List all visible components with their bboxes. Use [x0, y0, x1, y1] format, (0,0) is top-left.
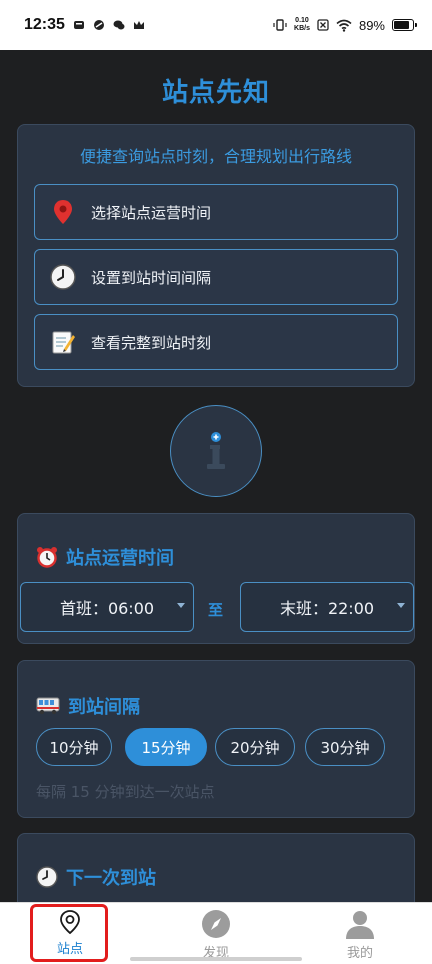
- page-title: 站点先知: [161, 78, 270, 108]
- net-speed-value: 0.10: [295, 17, 309, 24]
- next-arrival-title-text: 下一次到站: [66, 868, 156, 889]
- clock-icon: [49, 263, 77, 291]
- interval-option-20[interactable]: 20分钟: [215, 728, 295, 766]
- status-left: 12:35: [24, 16, 145, 34]
- user-icon: [346, 911, 374, 939]
- home-indicator[interactable]: [130, 957, 302, 961]
- to-label: 至: [208, 601, 224, 619]
- info-icon: [207, 432, 225, 469]
- next-arrival-card: 下一次到站: [17, 833, 415, 902]
- operating-hours-title-text: 站点运营时间: [66, 548, 174, 569]
- clock-icon: [36, 866, 58, 888]
- interval-option-15[interactable]: 15分钟: [125, 728, 207, 766]
- battery-fill: [394, 21, 409, 29]
- chevron-down-icon: [177, 603, 185, 608]
- compass-icon: [202, 910, 230, 938]
- feature-label: 设置到站时间间隔: [91, 268, 212, 287]
- app-content: 站点先知 便捷查询站点时刻，合理规划出行路线 选择站点运营时间 设置到站时间间隔…: [0, 50, 432, 902]
- interval-option-10[interactable]: 10分钟: [36, 728, 112, 766]
- chevron-down-icon: [397, 603, 405, 608]
- link-notification-icon: [93, 20, 104, 30]
- operating-hours-card: 站点运营时间 首班：06:00 至 末班：22:00: [17, 513, 415, 644]
- feature-view-schedule[interactable]: 查看完整到站时刻: [34, 314, 398, 370]
- nav-label-station: 站点: [56, 942, 83, 957]
- feature-select-hours[interactable]: 选择站点运营时间: [34, 184, 398, 240]
- network-speed: 0.10 KB/s: [294, 17, 310, 33]
- arrival-interval-title-text: 到站间隔: [68, 697, 140, 718]
- nav-label-mine: 我的: [346, 946, 373, 961]
- feature-label: 选择站点运营时间: [91, 203, 212, 222]
- sim-off-icon: [317, 19, 329, 31]
- memo-icon: [49, 328, 77, 356]
- operating-hours-title: 站点运营时间: [36, 544, 174, 570]
- feature-label: 查看完整到站时刻: [91, 333, 212, 352]
- first-train-select[interactable]: 首班：06:00: [20, 582, 194, 632]
- intro-card: 便捷查询站点时刻，合理规划出行路线 选择站点运营时间 设置到站时间间隔 查看完整…: [17, 124, 415, 387]
- interval-option-30[interactable]: 30分钟: [305, 728, 385, 766]
- nav-item-station[interactable]: 站点: [20, 903, 120, 964]
- bus-icon: [36, 697, 60, 715]
- last-train-select[interactable]: 末班：22:00: [240, 582, 414, 632]
- status-bar: 12:35 0.10 KB/s 89%: [0, 0, 432, 50]
- status-right: 0.10 KB/s 89%: [273, 17, 417, 33]
- status-time: 12:35: [24, 16, 65, 33]
- info-button[interactable]: [170, 405, 262, 497]
- first-train-value: 首班：06:00: [59, 599, 155, 618]
- wechat-icon: [113, 20, 125, 30]
- battery-icon: [392, 19, 417, 31]
- nav-item-discover[interactable]: 发现: [166, 903, 266, 964]
- bottom-nav: 站点 发现 我的: [0, 902, 432, 964]
- crown-icon: [133, 21, 144, 29]
- arrival-interval-card: 到站间隔 10分钟 15分钟 20分钟 30分钟 每隔 15 分钟到达一次站点: [17, 660, 415, 818]
- vibrate-icon: [273, 19, 287, 31]
- interval-note: 每隔 15 分钟到达一次站点: [36, 783, 215, 801]
- net-speed-unit: KB/s: [294, 25, 310, 32]
- wifi-icon: [336, 19, 352, 32]
- nav-item-mine[interactable]: 我的: [310, 903, 410, 964]
- feature-set-interval[interactable]: 设置到站时间间隔: [34, 249, 398, 305]
- intro-subtitle: 便捷查询站点时刻，合理规划出行路线: [79, 147, 352, 166]
- location-pin-icon: [60, 910, 80, 935]
- battery-percent: 89%: [358, 17, 385, 33]
- pin-icon: [49, 198, 77, 226]
- alarm-clock-icon: [37, 547, 57, 568]
- app-notification-icon: [73, 21, 84, 29]
- last-train-value: 末班：22:00: [279, 599, 375, 618]
- next-arrival-title: 下一次到站: [36, 864, 156, 890]
- arrival-interval-title: 到站间隔: [36, 693, 140, 719]
